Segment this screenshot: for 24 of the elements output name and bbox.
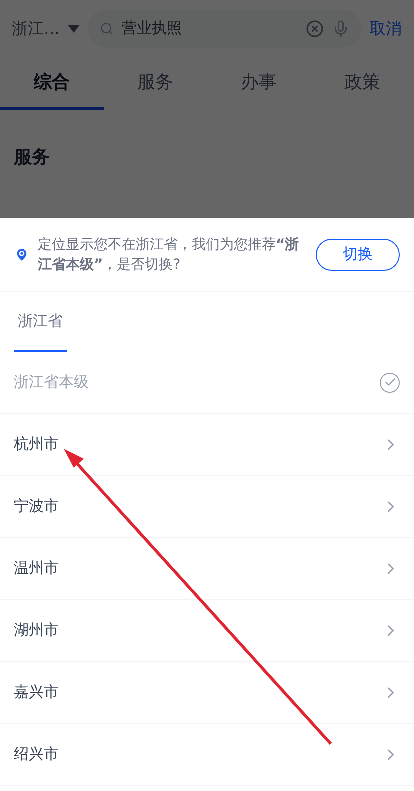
- location-label[interactable]: 浙江…: [12, 16, 60, 40]
- tab[interactable]: 办事: [207, 57, 310, 110]
- search-field[interactable]: 营业执照: [88, 10, 362, 48]
- region-item[interactable]: 湖州市: [0, 600, 414, 662]
- tab[interactable]: 综合: [0, 57, 104, 110]
- location-pin-icon: [14, 246, 30, 262]
- tab[interactable]: 政策: [310, 57, 414, 110]
- check-icon: [380, 372, 400, 392]
- region-item[interactable]: 温州市: [0, 538, 414, 600]
- cancel-button[interactable]: 取消: [370, 16, 402, 40]
- dropdown-icon[interactable]: [68, 24, 80, 32]
- region-item[interactable]: 宁波市: [0, 476, 414, 538]
- region-item[interactable]: 浙江省本级: [0, 352, 414, 414]
- clear-icon[interactable]: [306, 20, 324, 38]
- switch-button[interactable]: 切换: [316, 238, 400, 270]
- region-item[interactable]: 绍兴市: [0, 724, 414, 786]
- search-icon: [100, 22, 114, 36]
- region-tab[interactable]: 浙江省: [14, 292, 67, 352]
- microphone-icon[interactable]: [332, 20, 350, 38]
- search-input[interactable]: 营业执照: [122, 17, 298, 40]
- tab[interactable]: 服务: [104, 57, 207, 110]
- location-notice: 定位显示您不在浙江省，我们为您推荐“浙江省本级”，是否切换?: [38, 236, 300, 274]
- section-title: 服务: [14, 147, 50, 168]
- region-item[interactable]: 嘉兴市: [0, 662, 414, 724]
